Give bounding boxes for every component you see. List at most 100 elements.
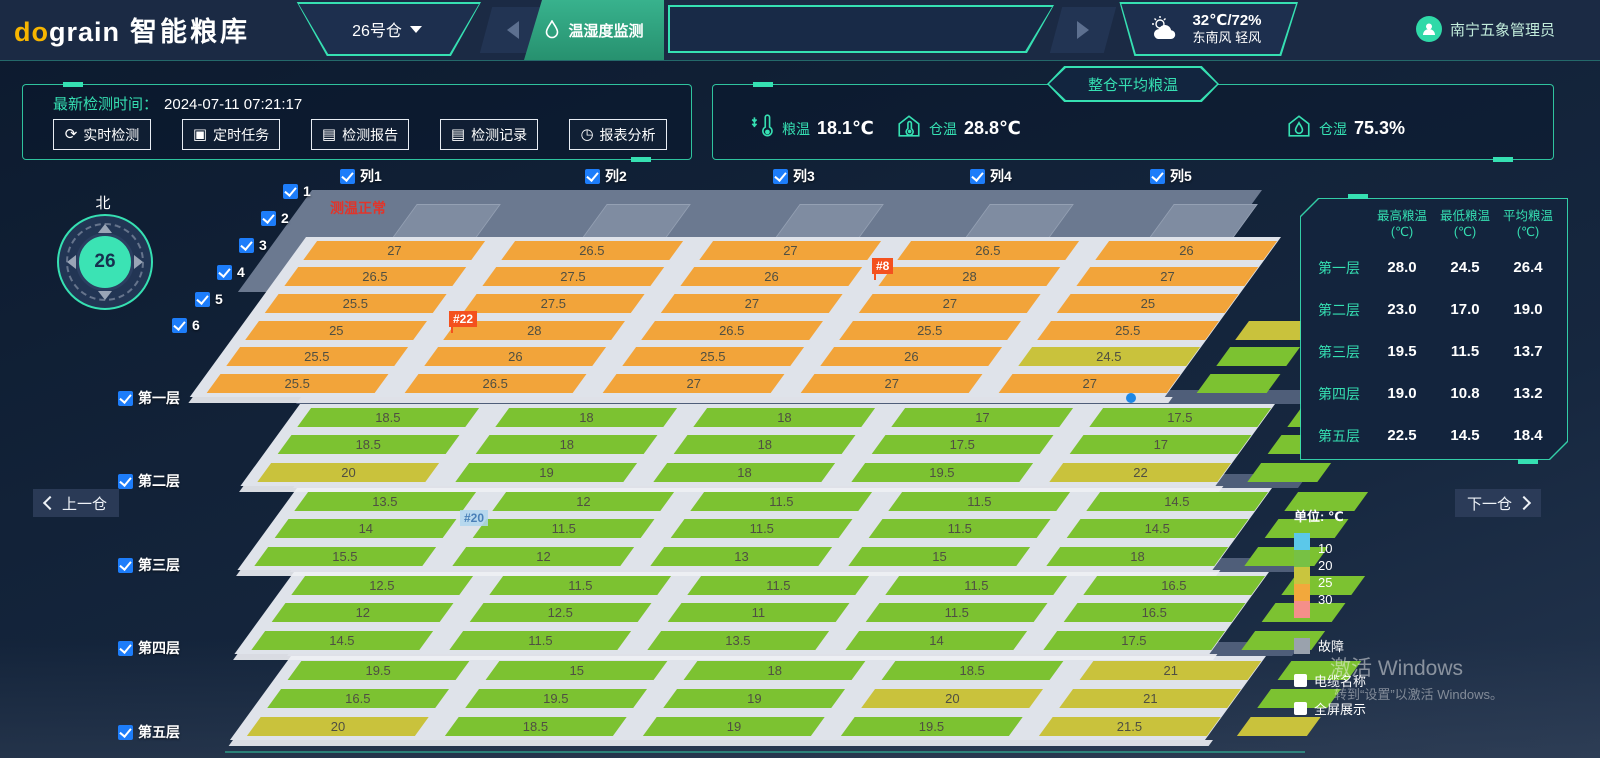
compass-down-arrow-icon[interactable] [98,291,112,300]
column-toggle-5-checkbox[interactable] [1150,169,1165,184]
toolbar-button-4[interactable]: ▤检测记录 [440,119,538,150]
temp-cell[interactable]: 26 [680,267,862,286]
compass-left-arrow-icon[interactable] [67,255,76,269]
temp-cell[interactable]: 16.5 [1063,603,1245,622]
layer-toggle-5-checkbox[interactable] [118,725,133,740]
temp-cell[interactable]: 27.5 [463,294,645,313]
temp-cell[interactable]: 15 [848,547,1030,566]
temp-cell[interactable]: 19.5 [851,463,1033,482]
display-option-1[interactable]: 电缆名称 [1294,671,1366,690]
temp-cell[interactable]: 18.5 [297,408,479,427]
warehouse-selector[interactable]: 26号仓 [293,2,481,56]
temp-cell[interactable]: 21 [1080,661,1262,680]
toolbar-button-5[interactable]: ◷报表分析 [569,119,667,150]
user-account[interactable]: 南宁五象管理员 [1416,16,1555,42]
toolbar-button-2[interactable]: ▣定时任务 [182,119,280,150]
toolbar-button-1[interactable]: ⟳实时检测 [53,119,151,150]
temp-cell[interactable]: 15.5 [254,547,436,566]
temp-cell[interactable]: 26.5 [501,241,683,260]
temp-cell[interactable]: 14 [845,631,1027,650]
temp-cell[interactable]: 17.5 [1089,408,1271,427]
temp-cell[interactable]: 25.5 [207,374,389,393]
temp-cell[interactable]: 19.5 [288,661,470,680]
display-option-checkbox[interactable] [1294,674,1307,687]
column-toggle-5[interactable]: 列5 [1150,166,1192,186]
temp-cell[interactable]: 12.5 [291,576,473,595]
temp-cell[interactable]: 25.5 [1037,321,1219,340]
temp-cell[interactable]: 12 [492,492,674,511]
temp-cell[interactable]: 17 [891,408,1073,427]
temp-cell[interactable]: 19 [664,689,846,708]
temp-cell[interactable]: 18 [495,408,677,427]
temp-cell[interactable]: 18.5 [882,661,1064,680]
temp-cell[interactable]: 26.5 [897,241,1079,260]
row-toggle-6[interactable]: 6 [172,317,200,333]
compass-up-arrow-icon[interactable] [98,224,112,233]
row-toggle-2-checkbox[interactable] [261,211,276,226]
temp-cell[interactable]: 20 [247,717,429,736]
temp-cell[interactable]: 18.5 [445,717,627,736]
temp-cell[interactable]: 11.5 [868,519,1050,538]
temp-cell[interactable]: 26.5 [641,321,823,340]
temp-cell[interactable]: 27 [661,294,843,313]
temp-cell[interactable]: 15 [486,661,668,680]
temp-cell[interactable]: 26 [424,347,606,366]
column-toggle-4-checkbox[interactable] [970,169,985,184]
temp-cell[interactable]: 11.5 [687,576,869,595]
temp-cell[interactable]: 21 [1060,689,1242,708]
temp-cell[interactable]: 19.5 [466,689,648,708]
temp-cell[interactable]: 17.5 [1043,631,1225,650]
temp-cell[interactable]: 18 [1046,547,1228,566]
layer-toggle-4-checkbox[interactable] [118,641,133,656]
row-toggle-1[interactable]: 1 [283,183,311,199]
temp-cell[interactable]: 26.5 [405,374,587,393]
temp-cell[interactable]: 13 [650,547,832,566]
display-option-2[interactable]: 全屏展示 [1294,699,1366,718]
row-toggle-3[interactable]: 3 [239,237,267,253]
temp-cell[interactable]: 27 [859,294,1041,313]
column-toggle-2[interactable]: 列2 [585,166,627,186]
temp-cell[interactable]: 18 [673,435,855,454]
temp-cell[interactable]: 19.5 [841,717,1023,736]
temp-cell[interactable]: 11 [667,603,849,622]
cable-tag[interactable]: #22 [449,311,477,327]
cable-tag[interactable]: #8 [872,258,893,274]
layer-toggle-5[interactable]: 第五层 [118,722,180,742]
temp-cell[interactable]: 25.5 [265,294,447,313]
temp-cell[interactable]: 11.5 [888,492,1070,511]
temp-cell[interactable]: 11.5 [865,603,1047,622]
temp-cell[interactable]: 20 [862,689,1044,708]
temp-cell[interactable]: 28 [878,267,1060,286]
layer-toggle-3[interactable]: 第三层 [118,555,180,575]
temp-cell[interactable]: 25.5 [839,321,1021,340]
temp-cell[interactable]: 20 [257,463,439,482]
temp-cell[interactable]: 27.5 [482,267,664,286]
temp-cell[interactable]: 19 [643,717,825,736]
column-toggle-3[interactable]: 列3 [773,166,815,186]
column-toggle-4[interactable]: 列4 [970,166,1012,186]
temp-cell[interactable]: 27 [699,241,881,260]
layer-toggle-2[interactable]: 第二层 [118,471,180,491]
temp-cell[interactable]: 13.5 [294,492,476,511]
temp-cell[interactable]: 18.5 [277,435,459,454]
temp-cell[interactable]: 18 [653,463,835,482]
temp-cell[interactable]: 25 [245,321,427,340]
column-toggle-2-checkbox[interactable] [585,169,600,184]
temp-cell[interactable]: 25.5 [622,347,804,366]
prev-warehouse-button[interactable]: 上一仓 [33,489,119,517]
temp-cell[interactable]: 14.5 [1086,492,1268,511]
temp-cell[interactable]: 13.5 [647,631,829,650]
temp-cell[interactable]: 27 [303,241,485,260]
temp-cell[interactable]: 11.5 [885,576,1067,595]
cable-tag[interactable]: #20 [460,510,488,526]
scene-handle-dot[interactable] [1126,393,1136,403]
row-toggle-1-checkbox[interactable] [283,184,298,199]
column-toggle-1[interactable]: 列1 [340,166,382,186]
layer-toggle-4[interactable]: 第四层 [118,638,180,658]
temp-cell[interactable]: 27 [999,374,1181,393]
compass-dial[interactable]: 26 [57,214,153,310]
temp-cell[interactable]: 18 [693,408,875,427]
layer-toggle-2-checkbox[interactable] [118,474,133,489]
temp-cell[interactable]: 22 [1049,463,1231,482]
row-toggle-5[interactable]: 5 [195,291,223,307]
